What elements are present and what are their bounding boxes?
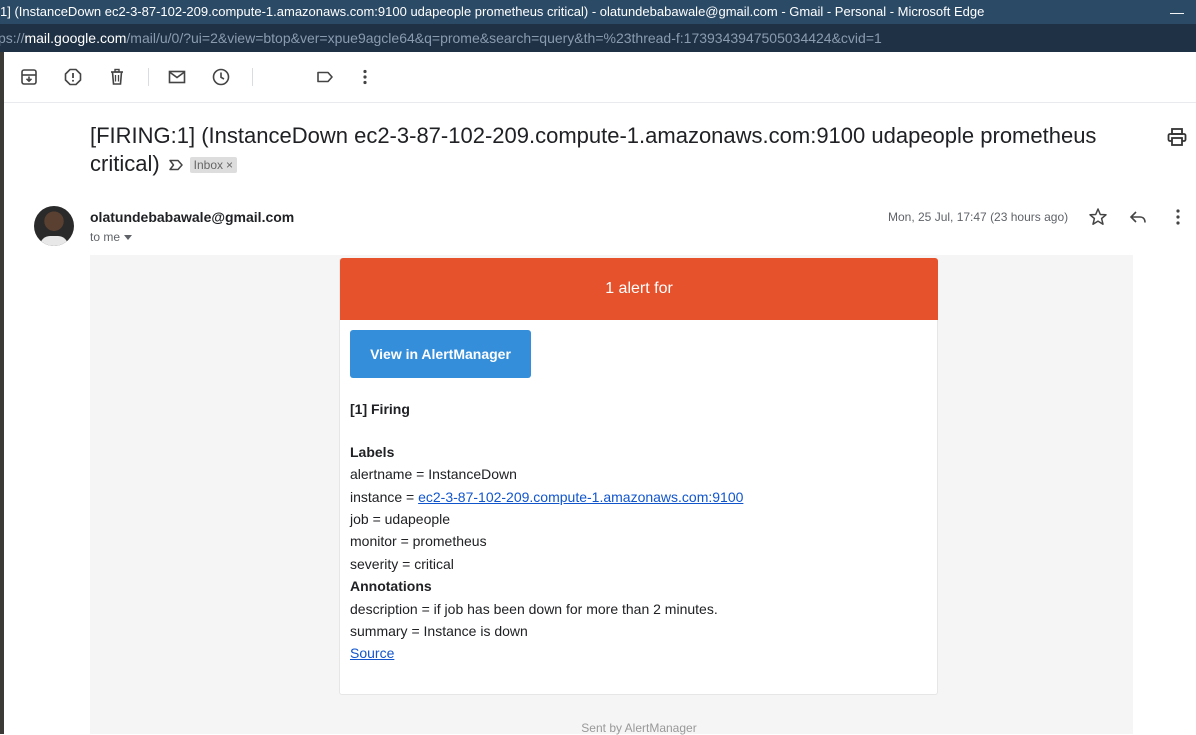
label-job: job = udapeople (350, 511, 451, 527)
alert-header: 1 alert for (340, 258, 938, 320)
mark-unread-icon[interactable] (166, 66, 188, 88)
url-path: /mail/u/0/?ui=2&view=btop&ver=xpue9agcle… (126, 30, 882, 46)
email-footer: Sent by AlertManager (581, 721, 697, 735)
url-scheme: ps:// (0, 30, 25, 46)
star-icon[interactable] (1088, 207, 1108, 227)
print-icon[interactable] (1167, 127, 1189, 149)
avatar-shirt (40, 236, 68, 246)
window-title: 1] (InstanceDown ec2-3-87-102-209.comput… (0, 4, 985, 19)
label-alertname: alertname = InstanceDown (350, 466, 517, 482)
toolbar-divider (148, 68, 149, 86)
firing-count: [1] Firing (350, 401, 410, 417)
report-spam-icon[interactable] (62, 66, 84, 88)
view-alertmanager-button[interactable]: View in AlertManager (350, 330, 531, 378)
address-bar[interactable]: ps://mail.google.com/mail/u/0/?ui=2&view… (0, 24, 1196, 52)
toolbar-divider (252, 68, 253, 86)
annotations-heading: Annotations (350, 578, 432, 594)
sender-avatar[interactable] (34, 206, 74, 246)
archive-icon[interactable] (18, 66, 40, 88)
email-subject-row: [FIRING:1] (InstanceDown ec2-3-87-102-20… (90, 122, 1120, 179)
snooze-icon[interactable] (210, 66, 232, 88)
more-options-icon[interactable] (1168, 207, 1188, 227)
instance-link[interactable]: ec2-3-87-102-209.compute-1.amazonaws.com… (418, 489, 743, 505)
importance-marker-icon[interactable] (168, 151, 184, 179)
more-vert-icon[interactable] (354, 66, 376, 88)
reply-icon[interactable] (1128, 207, 1148, 227)
remove-label-icon[interactable]: × (226, 158, 233, 172)
source-link[interactable]: Source (350, 645, 394, 661)
label-instance-key: instance = (350, 489, 419, 505)
label-severity: severity = critical (350, 556, 454, 572)
annotation-summary: summary = Instance is down (350, 623, 528, 639)
recipients-toggle[interactable]: to me (90, 230, 133, 244)
annotation-description: description = if job has been down for m… (350, 601, 718, 617)
inbox-label-chip[interactable]: Inbox × (189, 157, 238, 174)
label-icon[interactable] (314, 66, 336, 88)
message-toolbar (4, 52, 1196, 103)
email-date: Mon, 25 Jul, 17:47 (23 hours ago) (888, 210, 1069, 224)
sender-email[interactable]: olatundebabawale@gmail.com (90, 209, 294, 225)
chevron-down-icon (124, 235, 133, 241)
minimize-button[interactable]: — (1166, 0, 1188, 24)
recipients-text: to me (90, 230, 121, 244)
url-host: mail.google.com (24, 30, 127, 46)
window-titlebar: 1] (InstanceDown ec2-3-87-102-209.comput… (0, 0, 1196, 24)
label-instance: instance = ec2-3-87-102-209.compute-1.am… (350, 489, 743, 505)
source-link-row: Source (350, 645, 394, 661)
window-edge (0, 52, 4, 734)
email-subject: [FIRING:1] (InstanceDown ec2-3-87-102-20… (90, 123, 1097, 176)
url-text[interactable]: ps://mail.google.com/mail/u/0/?ui=2&view… (0, 24, 882, 52)
inbox-label-text: Inbox (193, 158, 224, 173)
delete-icon[interactable] (106, 66, 128, 88)
label-monitor: monitor = prometheus (350, 533, 487, 549)
labels-heading: Labels (350, 444, 395, 460)
